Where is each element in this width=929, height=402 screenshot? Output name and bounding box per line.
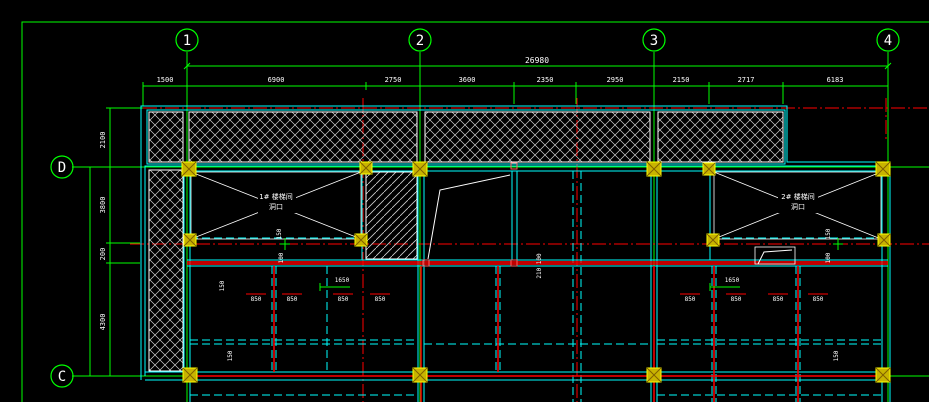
- axis-bubble-D: D: [50, 155, 74, 179]
- markers: [422, 162, 518, 267]
- rebar-label: 850: [287, 296, 298, 303]
- rebar-label: 850: [813, 296, 824, 303]
- beam-label: 100: [825, 252, 832, 263]
- axis-bubble-4: 4: [876, 28, 900, 52]
- column: [181, 161, 197, 177]
- red-beams: [187, 261, 888, 402]
- overall-dimension-text: 26980: [525, 56, 549, 65]
- axis-bubble-2: 2: [408, 28, 432, 52]
- side-label: 150: [833, 350, 840, 361]
- column: [183, 233, 197, 247]
- dim-text: 3800: [99, 197, 107, 214]
- column: [875, 367, 891, 383]
- rebar-label: 850: [375, 296, 386, 303]
- axis-bubble-3: 3: [642, 28, 666, 52]
- opening-outline: [427, 174, 511, 260]
- room-label-1: 1# 楼梯间: [259, 192, 293, 201]
- dim-text: 200: [99, 248, 107, 261]
- slab-strip: [146, 109, 786, 165]
- rebar-label: 850: [731, 296, 742, 303]
- column: [702, 162, 716, 176]
- stair-opening: [365, 171, 418, 260]
- rebar-label: 850: [773, 296, 784, 303]
- rebar-label: 850: [251, 296, 262, 303]
- rebar-label: 850: [685, 296, 696, 303]
- small-dim-text: 210 100: [536, 253, 543, 279]
- axis-label-D: D: [58, 160, 66, 176]
- beam-label: 100: [278, 252, 285, 263]
- axis-label-2: 2: [416, 33, 424, 49]
- axis-label-3: 3: [650, 33, 658, 49]
- room-sublabel-1: 洞口: [269, 202, 283, 211]
- dim-text: 3600: [459, 76, 476, 84]
- room-sublabel-2: 洞口: [791, 202, 805, 211]
- rebar-label: 850: [338, 296, 349, 303]
- left-hatched-wall: [148, 169, 184, 372]
- beam-label: 150: [276, 228, 283, 239]
- axis-label-4: 4: [884, 33, 892, 49]
- dim-text: 4300: [99, 314, 107, 331]
- column: [182, 367, 198, 383]
- beam-label: 150: [825, 228, 832, 239]
- dim-text: 2750: [385, 76, 402, 84]
- column: [354, 233, 368, 247]
- column: [706, 233, 720, 247]
- axis-bubble-1: 1: [175, 28, 199, 52]
- dim-text: 2950: [607, 76, 624, 84]
- segment-dimension-line: [142, 82, 889, 106]
- cad-drawing: 1 2 3 4 D C 26980 1500 6900 2750 3600 23…: [21, 21, 929, 402]
- column: [877, 233, 891, 247]
- left-dimension-texts: 2100 3800 200 4300: [99, 132, 107, 331]
- axis-label-1: 1: [183, 33, 191, 49]
- axis-label-C: C: [58, 369, 66, 385]
- dim-text: 1500: [157, 76, 174, 84]
- column: [646, 161, 662, 177]
- axis-bubble-C: C: [50, 364, 74, 388]
- column: [412, 367, 428, 383]
- top-dimension-texts: 1500 6900 2750 3600 2350 2950 2150 2717 …: [157, 76, 844, 84]
- column: [412, 161, 428, 177]
- column: [646, 367, 662, 383]
- side-labels: 150 150 150: [219, 280, 840, 361]
- room-label-2: 2# 楼梯间: [781, 192, 815, 201]
- dim-text: 2100: [99, 132, 107, 149]
- dim-text: 2150: [673, 76, 690, 84]
- dim-text: 6183: [827, 76, 844, 84]
- column: [875, 161, 891, 177]
- rebar-labels: 850 850 850 850 850 850 850 850: [251, 296, 824, 303]
- small-dim-text: 1650: [725, 277, 740, 284]
- dim-text: 6900: [268, 76, 285, 84]
- small-dim-text: 1650: [335, 277, 350, 284]
- side-label: 150: [219, 280, 226, 291]
- dim-text: 2350: [537, 76, 554, 84]
- dim-text: 2717: [738, 76, 755, 84]
- column: [359, 161, 373, 175]
- axis-lines: [72, 52, 929, 402]
- side-label: 150: [227, 350, 234, 361]
